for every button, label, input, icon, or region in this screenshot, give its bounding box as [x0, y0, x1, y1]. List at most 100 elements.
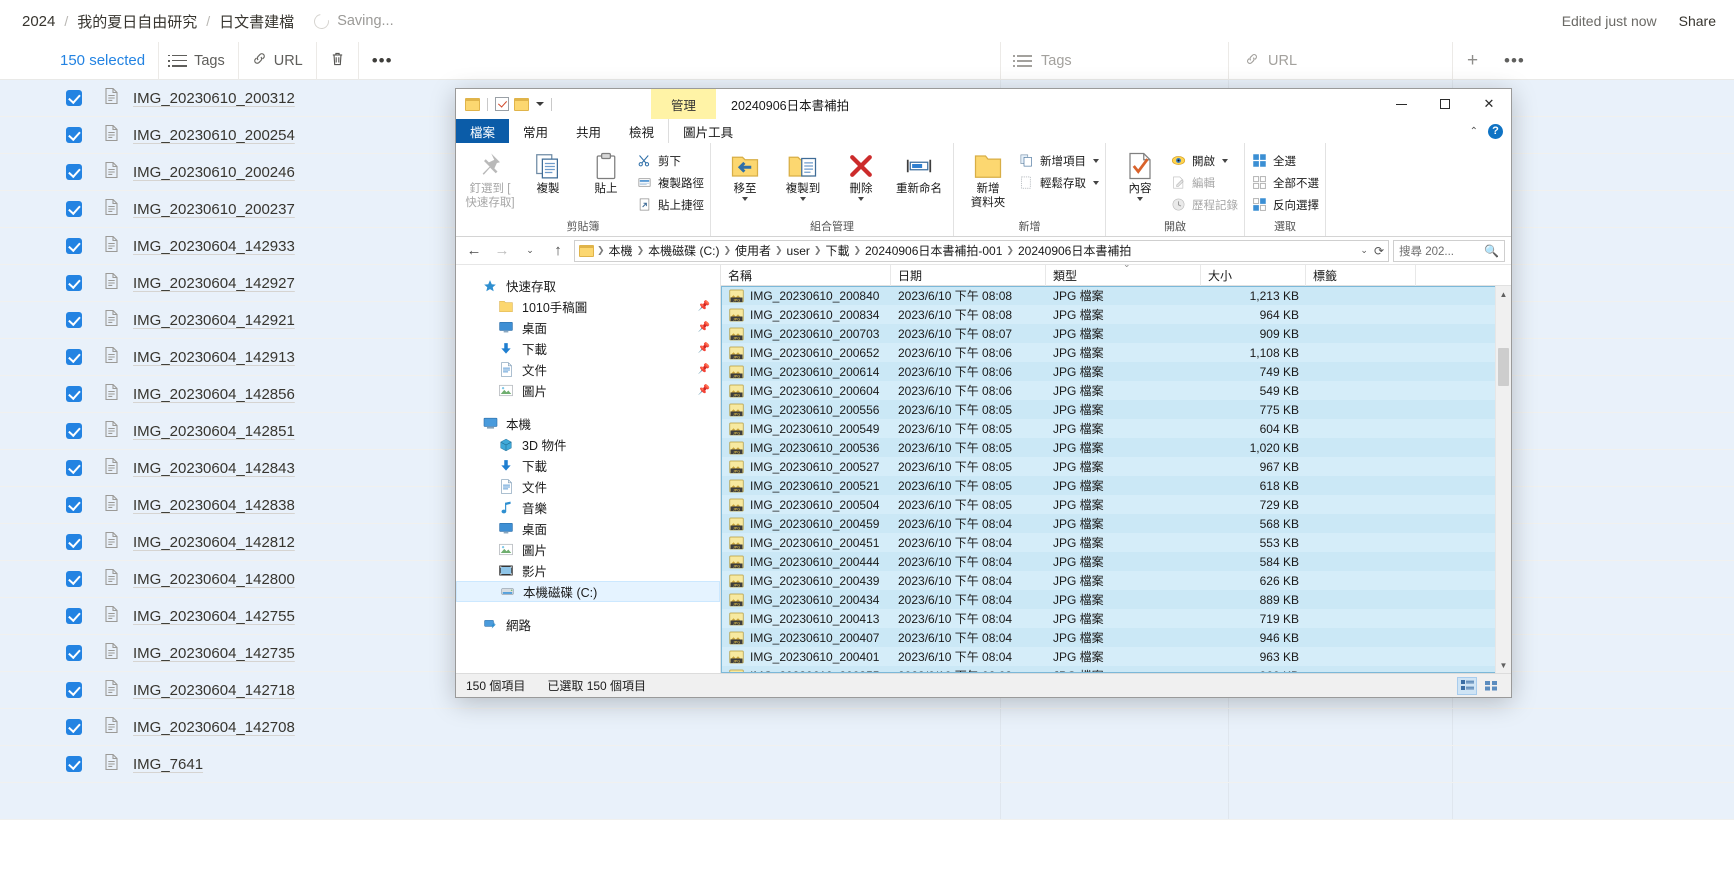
row-filename[interactable]: IMG_20230604_142913 — [133, 349, 295, 366]
file-name-cell[interactable]: JPG IMG_20230610_200614 — [721, 365, 891, 379]
chevron-down-icon[interactable] — [800, 197, 806, 202]
row-filename[interactable]: IMG_20230610_200237 — [133, 201, 295, 218]
file-list-row[interactable]: JPG IMG_20230610_200604 2023/6/10 下午 08:06… — [721, 381, 1511, 400]
file-name-cell[interactable]: JPG IMG_20230610_200504 — [721, 498, 891, 512]
new-folder-icon[interactable] — [514, 97, 529, 111]
file-name-cell[interactable]: JPG IMG_20230610_200652 — [721, 346, 891, 360]
row-filename[interactable]: IMG_20230604_142856 — [133, 386, 295, 403]
file-name-cell[interactable]: JPG IMG_20230610_200527 — [721, 460, 891, 474]
column-header-0[interactable]: 名稱 — [721, 264, 891, 286]
ribbon-tab-2[interactable]: 共用 — [562, 119, 615, 143]
copy-to-button[interactable]: 複製到 — [775, 146, 831, 202]
details-view-icon[interactable] — [1457, 676, 1477, 695]
up-arrow-icon[interactable]: ↑ — [546, 240, 570, 262]
file-list-row[interactable]: JPG IMG_20230610_200504 2023/6/10 下午 08:05… — [721, 495, 1511, 514]
ribbon-tab-4[interactable]: 圖片工具 — [668, 119, 747, 143]
chevron-right-icon[interactable]: ❯ — [1005, 245, 1015, 256]
row-checkbox[interactable] — [66, 756, 82, 772]
table-row[interactable]: IMG_20230604_142708 — [0, 709, 1734, 746]
select-none-button[interactable]: 全部不選 — [1251, 173, 1319, 192]
ribbon-tab-0[interactable]: 檔案 — [456, 119, 510, 143]
address-segment-0[interactable]: 本機 — [606, 242, 636, 259]
ribbon-tab-1[interactable]: 常用 — [509, 119, 562, 143]
row-filename[interactable]: IMG_20230610_200254 — [133, 127, 295, 144]
nav-item-文件[interactable]: 文件 — [456, 476, 720, 497]
file-name-cell[interactable]: JPG IMG_20230610_200536 — [721, 441, 891, 455]
nav-item-圖片[interactable]: 圖片 📌 — [456, 380, 720, 401]
file-list-row[interactable]: JPG IMG_20230610_200834 2023/6/10 下午 08:08… — [721, 305, 1511, 324]
chevron-down-icon[interactable]: ⌄ — [1360, 245, 1368, 256]
row-filename[interactable]: IMG_7641 — [133, 756, 203, 773]
file-list-row[interactable]: JPG IMG_20230610_200556 2023/6/10 下午 08:05… — [721, 400, 1511, 419]
row-checkbox[interactable] — [66, 534, 82, 550]
move-to-button[interactable]: 移至 — [717, 146, 773, 202]
chevron-right-icon[interactable]: ❯ — [774, 245, 784, 256]
file-name-cell[interactable]: JPG IMG_20230610_200840 — [721, 289, 891, 303]
delete-button[interactable]: 刪除 — [833, 146, 889, 202]
row-checkbox[interactable] — [66, 238, 82, 254]
nav-item-3D 物件[interactable]: 3D 物件 — [456, 434, 720, 455]
row-filename[interactable]: IMG_20230604_142735 — [133, 645, 295, 662]
nav-item-本機磁碟 (C:)[interactable]: 本機磁碟 (C:) — [456, 581, 720, 602]
scroll-down-button[interactable]: ▼ — [1496, 657, 1511, 673]
large-icons-view-icon[interactable] — [1481, 677, 1501, 695]
nav-item-桌面[interactable]: 桌面 📌 — [456, 317, 720, 338]
file-name-cell[interactable]: JPG IMG_20230610_200834 — [721, 308, 891, 322]
row-filename[interactable]: IMG_20230604_142843 — [133, 460, 295, 477]
address-breadcrumb-bar[interactable]: ❯ 本機 ❯ 本機磁碟 (C:) ❯ 使用者 ❯ user ❯ 下載 ❯ 20240906日本書補拍-… — [574, 239, 1389, 262]
pin-button[interactable]: 釘選到 [快速存取] — [462, 146, 518, 211]
file-name-cell[interactable]: JPG IMG_20230610_200459 — [721, 517, 891, 531]
scrollbar-thumb[interactable] — [1498, 348, 1509, 386]
add-column-button[interactable]: + — [1452, 42, 1492, 80]
copy-path-button[interactable]: 複製路徑 — [636, 173, 704, 192]
folder-icon[interactable] — [465, 97, 480, 111]
nav-item-音樂[interactable]: 音樂 — [456, 497, 720, 518]
selection-count-label[interactable]: 150 selected — [54, 42, 158, 80]
file-name-cell[interactable]: JPG IMG_20230610_200556 — [721, 403, 891, 417]
nav-item-文件[interactable]: 文件 📌 — [456, 359, 720, 380]
file-name-cell[interactable]: JPG IMG_20230610_200355 — [721, 669, 891, 673]
row-filename[interactable]: IMG_20230604_142755 — [133, 608, 295, 625]
file-list-row[interactable]: JPG IMG_20230610_200840 2023/6/10 下午 08:08… — [721, 286, 1511, 305]
scroll-up-button[interactable]: ▲ — [1496, 286, 1511, 302]
delete-button[interactable] — [315, 41, 358, 80]
address-segment-4[interactable]: 下載 — [822, 242, 852, 259]
invert-selection-button[interactable]: 反向選擇 — [1251, 195, 1319, 214]
chevron-right-icon[interactable]: ❯ — [852, 245, 862, 256]
file-list-row[interactable]: JPG IMG_20230610_200549 2023/6/10 下午 08:05… — [721, 419, 1511, 438]
row-filename[interactable]: IMG_20230610_200312 — [133, 90, 295, 107]
chevron-right-icon[interactable]: ❯ — [722, 245, 732, 256]
history-button[interactable]: 歷程記錄 — [1170, 195, 1238, 214]
maximize-button[interactable] — [1423, 89, 1467, 119]
file-explorer-window[interactable]: 管理 20240906日本書補拍 ✕ 檔案 常用 共用 檢視 圖片工具 ⌃? 釘選到 [快… — [455, 88, 1512, 698]
file-list-row[interactable]: JPG IMG_20230610_200703 2023/6/10 下午 08:07… — [721, 324, 1511, 343]
chevron-right-icon[interactable]: ❯ — [813, 245, 823, 256]
column-header-3[interactable]: 大小 — [1201, 264, 1306, 286]
vertical-scrollbar[interactable]: ▲ ▼ — [1495, 286, 1511, 673]
row-checkbox[interactable] — [66, 608, 82, 624]
table-row[interactable]: IMG_7641 — [0, 746, 1734, 783]
paste-button[interactable]: 貼上 — [578, 146, 634, 196]
new-folder-button[interactable]: 新增 資料夾 — [960, 146, 1016, 211]
refresh-icon[interactable]: ⟳ — [1374, 244, 1384, 258]
file-list-row[interactable]: JPG IMG_20230610_200401 2023/6/10 下午 08:04… — [721, 647, 1511, 666]
chevron-right-icon[interactable]: ❯ — [636, 245, 646, 256]
open-button[interactable]: 開啟 — [1170, 151, 1238, 170]
file-name-cell[interactable]: JPG IMG_20230610_200451 — [721, 536, 891, 550]
column-header-2[interactable]: 類型 ⌄ — [1046, 264, 1201, 286]
file-name-cell[interactable]: JPG IMG_20230610_200444 — [721, 555, 891, 569]
row-checkbox[interactable] — [66, 164, 82, 180]
nav-item-桌面[interactable]: 桌面 — [456, 518, 720, 539]
file-list-row[interactable]: JPG IMG_20230610_200652 2023/6/10 下午 08:06… — [721, 343, 1511, 362]
row-filename[interactable]: IMG_20230604_142708 — [133, 719, 295, 736]
select-all-button[interactable]: 全選 — [1251, 151, 1319, 170]
search-input[interactable]: 搜尋 202... 🔍 — [1393, 239, 1505, 262]
file-list-row[interactable]: JPG IMG_20230610_200407 2023/6/10 下午 08:04… — [721, 628, 1511, 647]
help-icon[interactable]: ? — [1488, 123, 1503, 139]
nav-item-影片[interactable]: 影片 — [456, 560, 720, 581]
new-item-button[interactable]: 新增項目 — [1018, 151, 1099, 170]
row-checkbox[interactable] — [66, 349, 82, 365]
row-filename[interactable]: IMG_20230610_200246 — [133, 164, 295, 181]
file-name-cell[interactable]: JPG IMG_20230610_200703 — [721, 327, 891, 341]
row-checkbox[interactable] — [66, 719, 82, 735]
